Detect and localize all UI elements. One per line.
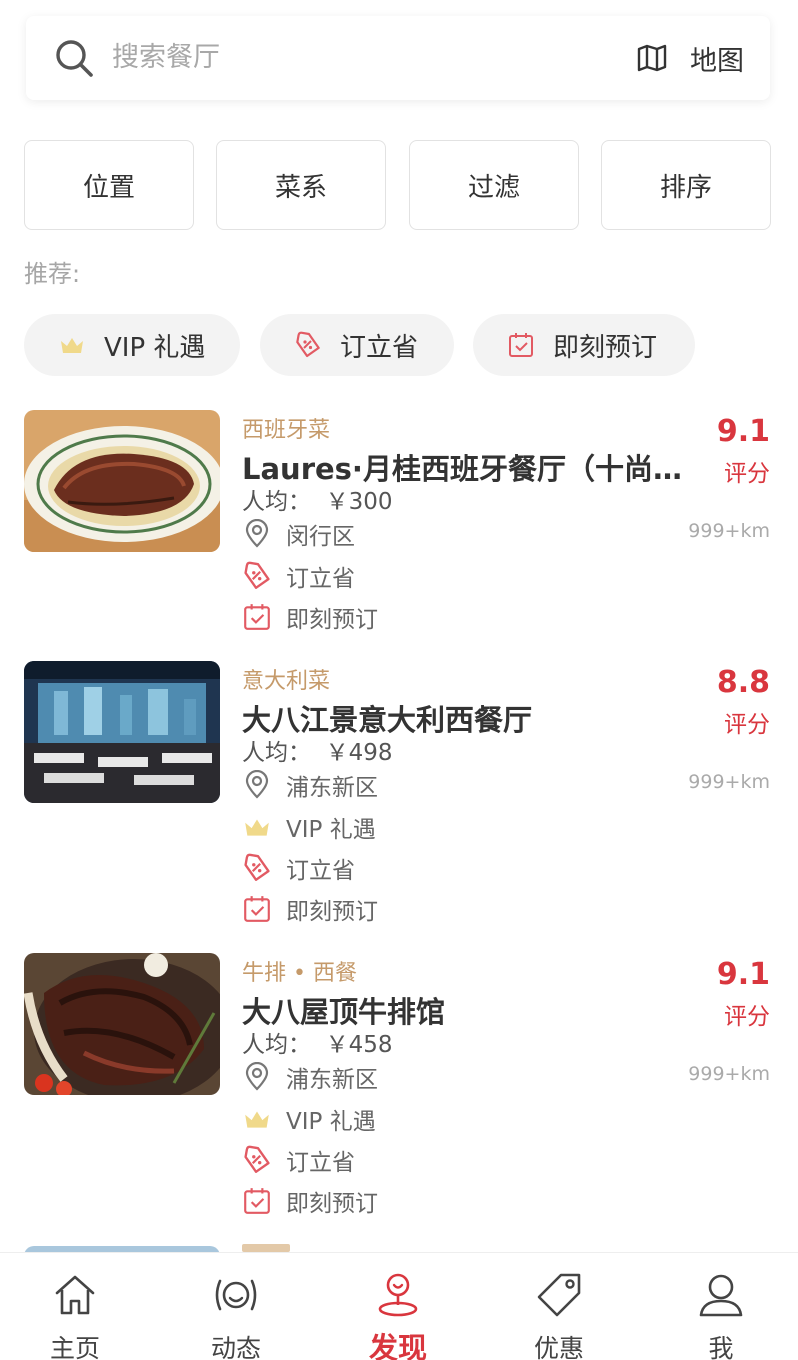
- filter-filter-button[interactable]: 过滤: [409, 140, 579, 230]
- feature-label: 即刻预订: [286, 607, 378, 633]
- feature-discount: 订立省: [242, 558, 355, 594]
- restaurant-card[interactable]: 西班牙菜 Laures·月桂西班牙餐厅（十尚… 人均： ￥300 9.1 评分 …: [0, 410, 798, 640]
- tab-label: 优惠: [533, 1334, 584, 1360]
- feature-discount: 订立省: [242, 1142, 355, 1178]
- calendar-check-icon: [244, 1188, 270, 1214]
- map-icon: [637, 44, 667, 72]
- discount-tag-icon: [296, 331, 320, 358]
- search-icon: [56, 40, 93, 77]
- tab-label: 动态: [210, 1334, 261, 1360]
- profile-icon: [699, 1274, 743, 1317]
- average-price: 人均： ￥458: [242, 1032, 393, 1058]
- rating-score: 9.1: [716, 414, 770, 449]
- location-pin-icon: [245, 1062, 269, 1091]
- chip-vip[interactable]: VIP 礼遇: [24, 314, 240, 376]
- feature-vip: VIP 礼遇: [242, 1101, 376, 1137]
- chip-discount[interactable]: 订立省: [260, 314, 454, 376]
- district-label: 闵行区: [286, 524, 355, 550]
- feature-booking: 即刻预订: [242, 891, 378, 927]
- rating-label: 评分: [724, 712, 770, 738]
- tab-home[interactable]: 主页: [0, 1253, 155, 1360]
- rating-label: 评分: [724, 1004, 770, 1030]
- feature-label: 即刻预订: [286, 1191, 378, 1217]
- feature-label: VIP 礼遇: [286, 817, 376, 843]
- cuisine-label: 牛排 • 西餐: [242, 961, 357, 986]
- rating-label: 评分: [724, 461, 770, 487]
- restaurant-photo: [24, 661, 220, 803]
- restaurant-card[interactable]: 意大利菜 大八江景意大利西餐厅 人均： ￥498 8.8 评分 999+km 浦…: [0, 661, 798, 931]
- moments-icon: [215, 1279, 257, 1311]
- feature-vip: VIP 礼遇: [242, 809, 376, 845]
- location-row: 浦东新区: [242, 1059, 378, 1095]
- coupon-tag-icon: [537, 1273, 581, 1317]
- location-pin-icon: [245, 770, 269, 799]
- cuisine-label: 意大利菜: [242, 669, 331, 694]
- crown-icon: [245, 819, 269, 836]
- restaurant-photo: [24, 410, 220, 552]
- distance: 999+km: [688, 1063, 770, 1085]
- tab-label: 我: [708, 1334, 734, 1360]
- search-bar[interactable]: 搜索餐厅 地图: [26, 16, 770, 100]
- recommend-label: 推荐:: [24, 260, 81, 288]
- home-icon: [55, 1275, 95, 1315]
- tab-coupons[interactable]: 优惠: [479, 1253, 639, 1360]
- feature-label: VIP 礼遇: [286, 1109, 376, 1135]
- calendar-check-icon: [244, 604, 270, 630]
- feature-label: 即刻预订: [286, 899, 378, 925]
- next-cuisine-peek: [242, 1244, 290, 1252]
- restaurant-card[interactable]: 牛排 • 西餐 大八屋顶牛排馆 人均： ￥458 9.1 评分 999+km 浦…: [0, 953, 798, 1223]
- feature-booking: 即刻预订: [242, 1183, 378, 1219]
- tab-profile[interactable]: 我: [641, 1253, 798, 1360]
- rating-score: 9.1: [716, 957, 770, 992]
- average-price: 人均： ￥300: [242, 489, 393, 515]
- tab-label: 发现: [368, 1331, 427, 1360]
- search-input[interactable]: 搜索餐厅: [112, 38, 220, 78]
- map-button[interactable]: 地图: [636, 36, 744, 80]
- location-row: 浦东新区: [242, 767, 378, 803]
- rating-score: 8.8: [716, 665, 770, 700]
- discount-tag-icon: [244, 1145, 270, 1173]
- tab-moments[interactable]: 动态: [156, 1253, 316, 1360]
- bottom-tab-bar: 主页 动态 发现 优惠 我: [0, 1252, 798, 1360]
- chip-label: VIP 礼遇: [104, 332, 206, 363]
- chip-instant-booking[interactable]: 即刻预订: [473, 314, 695, 376]
- feature-booking: 即刻预订: [242, 599, 378, 635]
- location-row: 闵行区: [242, 516, 355, 552]
- cuisine-label: 西班牙菜: [242, 418, 331, 443]
- feature-label: 订立省: [286, 1150, 355, 1176]
- location-pin-icon: [245, 519, 269, 548]
- filter-sort-button[interactable]: 排序: [601, 140, 771, 230]
- feature-discount: 订立省: [242, 850, 355, 886]
- calendar-check-icon: [509, 333, 533, 357]
- feature-label: 订立省: [286, 858, 355, 884]
- district-label: 浦东新区: [286, 1067, 378, 1093]
- discover-icon: [378, 1273, 418, 1317]
- discount-tag-icon: [244, 561, 270, 589]
- district-label: 浦东新区: [286, 775, 378, 801]
- feature-label: 订立省: [286, 566, 355, 592]
- restaurant-photo: [24, 953, 220, 1095]
- tab-label: 主页: [49, 1334, 100, 1360]
- filter-location-button[interactable]: 位置: [24, 140, 194, 230]
- tab-discover[interactable]: 发现: [318, 1253, 478, 1360]
- map-label: 地图: [690, 45, 744, 77]
- discount-tag-icon: [244, 853, 270, 881]
- distance: 999+km: [688, 520, 770, 542]
- filter-cuisine-button[interactable]: 菜系: [216, 140, 386, 230]
- distance: 999+km: [688, 771, 770, 793]
- crown-icon: [245, 1111, 269, 1128]
- average-price: 人均： ￥498: [242, 740, 393, 766]
- chip-label: 订立省: [340, 332, 419, 363]
- calendar-check-icon: [244, 896, 270, 922]
- crown-icon: [61, 338, 83, 353]
- chip-label: 即刻预订: [553, 332, 658, 363]
- filter-bar: 位置 菜系 过滤 排序: [24, 140, 772, 230]
